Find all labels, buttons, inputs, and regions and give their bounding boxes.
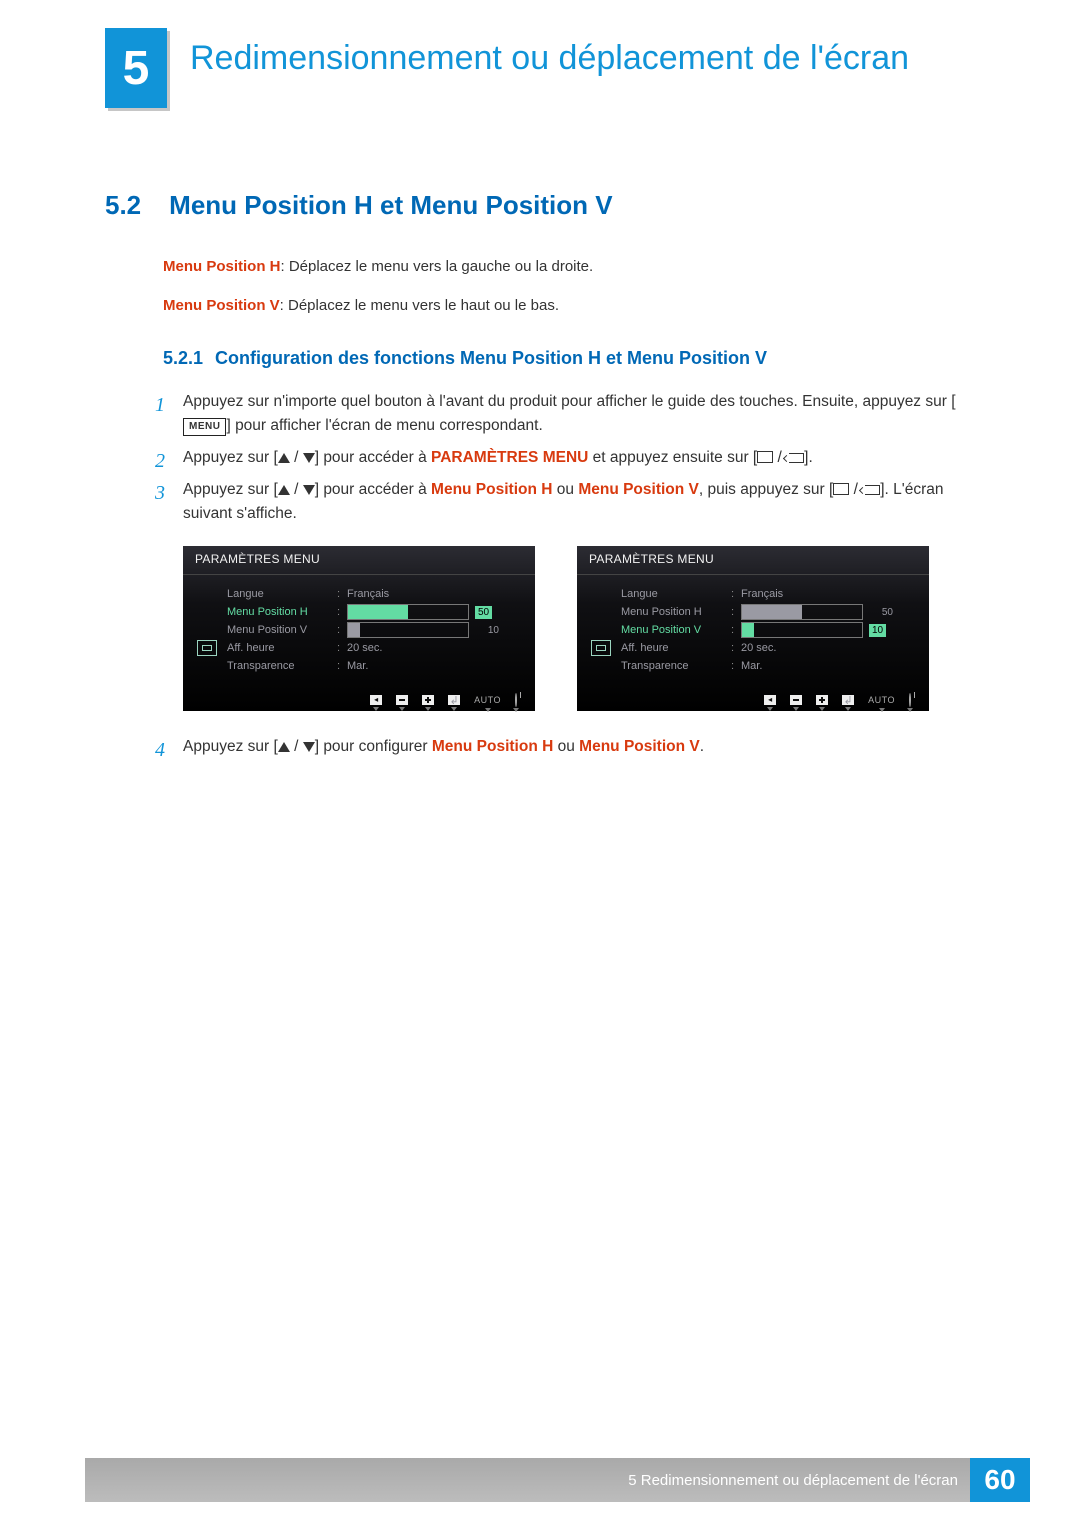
up-arrow-icon: [278, 742, 290, 752]
subsection-heading: 5.2.1 Configuration des fonctions Menu Po…: [163, 348, 990, 369]
osd-panel-h: PARAMÈTRES MENU Langue: Français Menu Po…: [183, 546, 535, 711]
osd-screenshots: PARAMÈTRES MENU Langue: Français Menu Po…: [183, 546, 929, 711]
osd-item-pos-h: Menu Position H: 50: [621, 603, 919, 621]
nav-minus-icon: [790, 695, 802, 705]
nav-back-icon: ◂: [370, 695, 382, 705]
target-parametres-menu: PARAMÈTRES MENU: [431, 449, 588, 466]
nav-minus-icon: [396, 695, 408, 705]
section-title: Menu Position H et Menu Position V: [169, 190, 612, 220]
steps-list-continued: 4 Appuyez sur [ / ] pour configurer Menu…: [155, 735, 990, 759]
osd-menu-icon: [197, 640, 217, 656]
osd-nav-icons: ◂ ↲ AUTO: [764, 694, 911, 706]
osd-item-langue: Langue: Français: [621, 585, 919, 603]
step-3: 3 Appuyez sur [ / ] pour accéder à Menu …: [155, 478, 995, 526]
enter-icon: [786, 453, 804, 463]
nav-auto-label: AUTO: [868, 695, 895, 705]
section-number: 5.2: [105, 190, 141, 220]
nav-enter-icon: ↲: [842, 695, 854, 705]
nav-power-icon: [909, 693, 911, 707]
slider-pos-h: [347, 604, 469, 620]
term-menu-position-v: Menu Position V: [163, 297, 280, 314]
nav-auto-label: AUTO: [474, 695, 501, 705]
nav-power-icon: [515, 693, 517, 707]
select-icon: [833, 483, 849, 495]
nav-back-icon: ◂: [764, 695, 776, 705]
step-4: 4 Appuyez sur [ / ] pour configurer Menu…: [155, 735, 990, 759]
target-menu-position-h: Menu Position H: [431, 481, 552, 498]
chapter-title: Redimensionnement ou déplacement de l'éc…: [190, 38, 990, 79]
osd-item-trans: Transparence: Mar.: [227, 657, 525, 675]
target-menu-position-v: Menu Position V: [579, 738, 700, 755]
section-heading: 5.2 Menu Position H et Menu Position V: [105, 190, 990, 221]
up-arrow-icon: [278, 453, 290, 463]
osd-title: PARAMÈTRES MENU: [183, 546, 535, 574]
subsection-title: Configuration des fonctions Menu Positio…: [215, 348, 767, 368]
nav-plus-icon: [816, 695, 828, 705]
osd-item-pos-v: Menu Position V: 10: [621, 621, 919, 639]
up-arrow-icon: [278, 485, 290, 495]
step-1: 1 Appuyez sur n'importe quel bouton à l'…: [155, 390, 995, 438]
page-number: 60: [970, 1458, 1030, 1502]
down-arrow-icon: [303, 485, 315, 495]
nav-enter-icon: ↲: [448, 695, 460, 705]
steps-list: 1 Appuyez sur n'importe quel bouton à l'…: [155, 390, 995, 534]
slider-pos-v: [741, 622, 863, 638]
osd-panel-v: PARAMÈTRES MENU Langue: Français Menu Po…: [577, 546, 929, 711]
osd-title: PARAMÈTRES MENU: [577, 546, 929, 574]
term-menu-position-h: Menu Position H: [163, 258, 281, 275]
footer-text: 5 Redimensionnement ou déplacement de l'…: [628, 1472, 970, 1489]
osd-item-pos-h: Menu Position H: 50: [227, 603, 525, 621]
osd-item-aff: Aff. heure: 20 sec.: [227, 639, 525, 657]
osd-item-pos-v: Menu Position V: 10: [227, 621, 525, 639]
osd-menu-icon: [591, 640, 611, 656]
osd-item-aff: Aff. heure: 20 sec.: [621, 639, 919, 657]
target-menu-position-h: Menu Position H: [432, 738, 553, 755]
chapter-number-badge: 5: [105, 28, 167, 108]
target-menu-position-v: Menu Position V: [578, 481, 699, 498]
slider-pos-v: [347, 622, 469, 638]
nav-plus-icon: [422, 695, 434, 705]
select-icon: [757, 451, 773, 463]
menu-key-icon: MENU: [183, 418, 226, 436]
intro-text: Menu Position H: Déplacez le menu vers l…: [163, 256, 990, 334]
osd-item-langue: Langue: Français: [227, 585, 525, 603]
subsection-number: 5.2.1: [163, 348, 203, 368]
enter-icon: [862, 485, 880, 495]
down-arrow-icon: [303, 742, 315, 752]
down-arrow-icon: [303, 453, 315, 463]
slider-pos-h: [741, 604, 863, 620]
osd-item-trans: Transparence: Mar.: [621, 657, 919, 675]
step-2: 2 Appuyez sur [ / ] pour accéder à PARAM…: [155, 446, 995, 470]
osd-nav-icons: ◂ ↲ AUTO: [370, 694, 517, 706]
footer: 5 Redimensionnement ou déplacement de l'…: [85, 1458, 1030, 1502]
